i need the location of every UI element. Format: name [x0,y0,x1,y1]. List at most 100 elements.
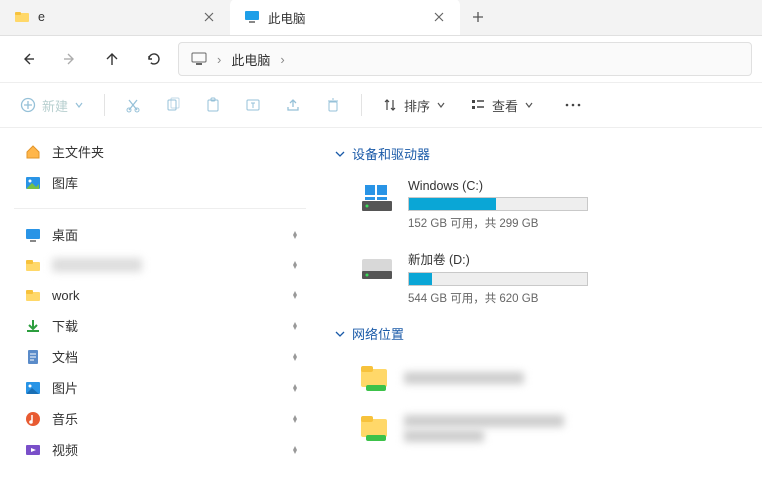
share-button[interactable] [275,91,311,119]
sidebar: 主文件夹图库 桌面 work 下载文档图片音乐视频 [0,128,320,500]
sidebar-item-label: 桌面 [52,225,78,244]
sidebar-item-folder[interactable] [0,250,320,280]
pin-icon [290,445,300,455]
drive-name: 新加卷 (D:) [408,249,736,268]
folder-icon [24,256,42,274]
sidebar-item-music[interactable]: 音乐 [0,403,320,434]
pin-icon [290,290,300,300]
sidebar-item-video[interactable]: 视频 [0,434,320,465]
new-tab-button[interactable] [460,0,496,35]
sidebar-item-label: 主文件夹 [52,142,104,161]
toolbar: 新建 排序 查看 [0,82,762,128]
chevron-right-icon: › [217,52,221,67]
sidebar-item-label: 视频 [52,440,78,459]
folder-icon [24,286,42,304]
chevron-right-icon: › [280,52,284,67]
drive-sub: 152 GB 可用，共 299 GB [408,215,736,231]
network-item[interactable] [334,353,748,403]
network-item[interactable] [334,403,748,453]
sidebar-item-gallery[interactable]: 图库 [0,167,320,198]
redacted-text [404,415,564,427]
sidebar-item-label: 音乐 [52,409,78,428]
sidebar-item-pics[interactable]: 图片 [0,372,320,403]
pin-icon [290,383,300,393]
sidebar-item-home[interactable]: 主文件夹 [0,136,320,167]
drive-item[interactable]: 新加卷 (D:) 544 GB 可用，共 620 GB [334,243,748,318]
view-button[interactable]: 查看 [460,90,544,121]
chevron-down-icon [74,100,84,110]
pin-icon [290,352,300,362]
sidebar-item-docs[interactable]: 文档 [0,341,320,372]
copy-button[interactable] [155,91,191,119]
delete-button[interactable] [315,91,351,119]
divider [361,94,362,116]
drive-item[interactable]: Windows (C:) 152 GB 可用，共 299 GB [334,173,748,243]
tab-strip: e 此电脑 [0,0,762,36]
rename-button[interactable] [235,91,271,119]
pin-icon [290,260,300,270]
pin-icon [290,230,300,240]
more-button[interactable] [554,91,592,119]
pics-icon [24,379,42,397]
sidebar-item-desktop[interactable]: 桌面 [0,219,320,250]
new-button[interactable]: 新建 [10,90,94,121]
divider [104,94,105,116]
up-button[interactable] [94,41,130,77]
close-icon[interactable] [202,10,216,24]
gallery-icon [24,174,42,192]
video-icon [24,441,42,459]
tab-e[interactable]: e [0,0,230,35]
home-icon [24,143,42,161]
tab-this-pc[interactable]: 此电脑 [230,0,460,35]
address-bar[interactable]: › 此电脑 › [178,42,752,76]
group-label: 设备和驱动器 [352,144,430,163]
chevron-down-icon [334,328,346,340]
main-pane: 设备和驱动器 Windows (C:) 152 GB 可用，共 299 GB 新加卷… [320,128,762,500]
chevron-down-icon [524,100,534,110]
redacted-text [404,430,484,442]
docs-icon [24,348,42,366]
pin-icon [290,321,300,331]
sidebar-item-label: work [52,288,79,303]
sort-button[interactable]: 排序 [372,90,456,121]
nav-bar: › 此电脑 › [0,36,762,82]
sidebar-item-label: 文档 [52,347,78,366]
drive-name: Windows (C:) [408,179,736,193]
cut-button[interactable] [115,91,151,119]
redacted-text [404,372,524,384]
network-folder-icon [358,411,392,445]
sidebar-item-label: 下载 [52,316,78,335]
refresh-button[interactable] [136,41,172,77]
folder-icon [14,9,30,25]
sidebar-item-label: 图库 [52,173,78,192]
tab-title: 此电脑 [268,8,424,27]
tab-title: e [38,10,194,24]
pin-icon [290,414,300,424]
close-icon[interactable] [432,10,446,24]
new-label: 新建 [42,96,68,115]
network-folder-icon [358,361,392,395]
chevron-down-icon [334,148,346,160]
view-label: 查看 [492,96,518,115]
drive-sub: 544 GB 可用，共 620 GB [408,290,736,306]
monitor-icon [244,9,260,25]
music-icon [24,410,42,428]
sidebar-item-download[interactable]: 下载 [0,310,320,341]
group-network[interactable]: 网络位置 [334,324,748,343]
group-devices[interactable]: 设备和驱动器 [334,144,748,163]
redacted-text [52,258,142,272]
paste-button[interactable] [195,91,231,119]
drive-icon [358,179,396,217]
download-icon [24,317,42,335]
sidebar-item-label: 图片 [52,378,78,397]
back-button[interactable] [10,41,46,77]
drive-icon [358,249,396,287]
chevron-down-icon [436,100,446,110]
divider [14,208,306,209]
desktop-icon [24,226,42,244]
forward-button[interactable] [52,41,88,77]
group-label: 网络位置 [352,324,404,343]
breadcrumb-this-pc[interactable]: 此电脑 [231,50,270,69]
sidebar-item-folder[interactable]: work [0,280,320,310]
monitor-icon [191,51,207,67]
